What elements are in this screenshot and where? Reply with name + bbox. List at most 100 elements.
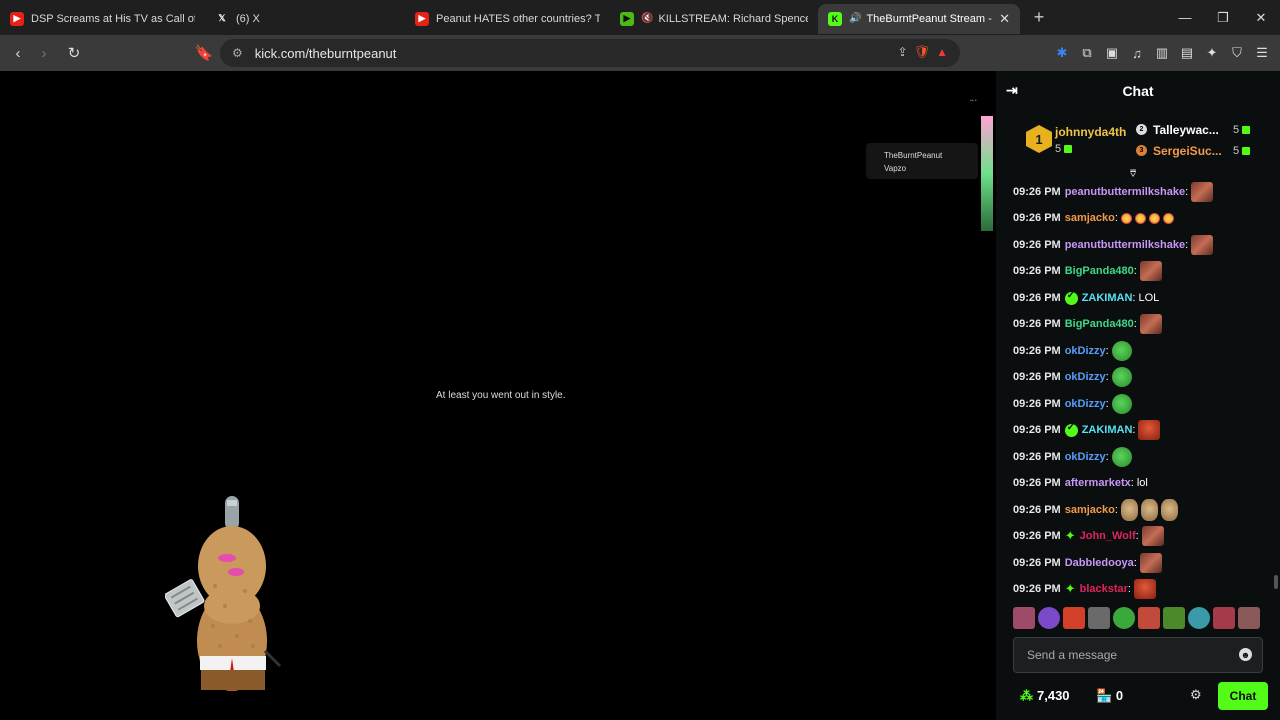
video-player[interactable]: ▪▪ ▪ TheBurntPeanut Vapzo At least you w… bbox=[0, 71, 996, 720]
emote-button[interactable] bbox=[1213, 607, 1235, 629]
chat-scrollbar[interactable] bbox=[1274, 575, 1278, 589]
emote-button[interactable] bbox=[1063, 607, 1085, 629]
message-timestamp: 09:26 PM bbox=[1013, 451, 1061, 463]
gift-icon bbox=[1242, 147, 1251, 156]
emote-icon bbox=[1111, 341, 1132, 361]
gift-leaderboard: 1 johnnyda4th 5 2 Talleywac... 5 3 Serge… bbox=[996, 111, 1280, 180]
store-button[interactable]: 🏪 0 bbox=[1096, 688, 1123, 704]
restore-icon[interactable]: ❐ bbox=[1204, 0, 1242, 35]
tab-title: KILLSTREAM: Richard Spencer Liv bbox=[658, 12, 808, 25]
leo-icon[interactable]: ✦ bbox=[1202, 40, 1222, 66]
emote-button[interactable] bbox=[1163, 607, 1185, 629]
message-username[interactable]: Dabbledooya bbox=[1065, 557, 1134, 569]
audio-icon[interactable]: 🔊 bbox=[849, 13, 861, 24]
bookmark-icon[interactable]: 🔖 bbox=[191, 40, 217, 66]
message-username[interactable]: okDizzy bbox=[1065, 451, 1106, 463]
close-tab-icon[interactable]: ✕ bbox=[999, 11, 1010, 27]
window-controls: — ❐ ✕ bbox=[1166, 0, 1280, 35]
message-username[interactable]: peanutbuttermilkshake bbox=[1065, 239, 1185, 251]
extension-icon[interactable]: ✱ bbox=[1052, 40, 1072, 66]
browser-tab[interactable]: ▶ DSP Screams at His TV as Call of Duty bbox=[0, 4, 205, 34]
collapse-chat-icon[interactable]: ⇥ bbox=[1006, 82, 1018, 99]
emote-icon bbox=[1138, 420, 1161, 440]
browser-tab[interactable]: ▶ 🔇 KILLSTREAM: Richard Spencer Liv bbox=[610, 4, 818, 34]
address-bar[interactable]: ⚙ kick.com/theburntpeanut ⇪ 🛡 ▲ bbox=[220, 39, 960, 67]
browser-tab[interactable]: ▶ Peanut HATES other countries? THE T bbox=[405, 4, 610, 34]
message-username[interactable]: samjacko bbox=[1065, 504, 1115, 516]
emoji-icon[interactable]: ☻ bbox=[1239, 648, 1252, 661]
message-username[interactable]: okDizzy bbox=[1065, 398, 1106, 410]
message-username[interactable]: John_Wolf bbox=[1080, 530, 1136, 542]
points-value: 7,430 bbox=[1037, 688, 1070, 703]
menu-icon[interactable]: ☰ bbox=[1252, 40, 1272, 66]
chat-message: 09:26 PM samjacko: bbox=[1013, 205, 1177, 231]
chat-message: 09:26 PM okDizzy: bbox=[1013, 391, 1135, 417]
emote-button[interactable] bbox=[1188, 607, 1210, 629]
browser-tab-active[interactable]: K 🔊 TheBurntPeanut Stream - Wat ✕ bbox=[818, 3, 1020, 34]
emote-icon bbox=[1139, 261, 1162, 281]
message-username[interactable]: BigPanda480 bbox=[1065, 265, 1134, 277]
vpn-icon[interactable]: ⛉ bbox=[1227, 40, 1247, 66]
leader-name[interactable]: johnnyda4th bbox=[1055, 125, 1126, 139]
subscriber-badge-icon: ✦ bbox=[1064, 581, 1076, 596]
new-tab-button[interactable]: + bbox=[1026, 7, 1052, 28]
chat-settings-icon[interactable]: ⚙ bbox=[1190, 687, 1202, 703]
emote-button[interactable] bbox=[1088, 607, 1110, 629]
message-username[interactable]: blackstar bbox=[1080, 583, 1128, 595]
emote-icon bbox=[1141, 526, 1164, 546]
message-timestamp: 09:26 PM bbox=[1013, 504, 1061, 516]
music-icon[interactable]: ♫ bbox=[1127, 40, 1147, 66]
emote-icon bbox=[1111, 394, 1132, 414]
emote-button[interactable] bbox=[1038, 607, 1060, 629]
site-info-icon[interactable]: ⚙ bbox=[232, 46, 243, 60]
send-chat-button[interactable]: Chat bbox=[1218, 682, 1268, 710]
message-timestamp: 09:26 PM bbox=[1013, 530, 1061, 542]
chat-input[interactable]: Send a message ☻ bbox=[1013, 637, 1263, 673]
channel-points[interactable]: ⁂ 7,430 bbox=[1020, 688, 1070, 704]
message-username[interactable]: ZAKIMAN bbox=[1082, 424, 1133, 436]
chat-message: 09:26 PM okDizzy: bbox=[1013, 338, 1135, 364]
reload-icon[interactable]: ↻ bbox=[61, 40, 87, 66]
leader-name[interactable]: SergeiSuc... bbox=[1153, 144, 1222, 158]
close-window-icon[interactable]: ✕ bbox=[1242, 0, 1280, 35]
forward-icon[interactable]: › bbox=[31, 40, 57, 66]
youtube-icon: ▶ bbox=[10, 11, 24, 26]
message-username[interactable]: BigPanda480 bbox=[1065, 318, 1134, 330]
message-colon: : bbox=[1185, 186, 1189, 198]
sidebar-icon[interactable]: ▥ bbox=[1152, 40, 1172, 66]
message-username[interactable]: ZAKIMAN bbox=[1082, 292, 1133, 304]
rumble-icon: ▶ bbox=[620, 11, 634, 26]
puzzle-icon[interactable]: ⧉ bbox=[1077, 40, 1097, 66]
brave-rewards-icon[interactable]: ▲ bbox=[936, 45, 948, 59]
message-username[interactable]: okDizzy bbox=[1065, 371, 1106, 383]
chat-title: Chat bbox=[1122, 83, 1154, 99]
gift-icon bbox=[1064, 145, 1073, 154]
minimize-icon[interactable]: — bbox=[1166, 0, 1204, 35]
message-username[interactable]: peanutbuttermilkshake bbox=[1065, 186, 1185, 198]
message-colon: : bbox=[1114, 504, 1118, 516]
wallet-icon[interactable]: ▤ bbox=[1177, 40, 1197, 66]
url-text: kick.com/theburntpeanut bbox=[254, 45, 397, 61]
message-username[interactable]: aftermarketx bbox=[1065, 477, 1131, 489]
message-colon: : bbox=[1127, 583, 1131, 595]
reader-icon[interactable]: ▣ bbox=[1102, 40, 1122, 66]
message-username[interactable]: okDizzy bbox=[1065, 345, 1106, 357]
emote-button[interactable] bbox=[1138, 607, 1160, 629]
back-icon[interactable]: ‹ bbox=[5, 40, 31, 66]
emote-icon bbox=[1139, 553, 1162, 573]
brave-shields-icon[interactable]: 🛡 bbox=[914, 44, 931, 60]
emote-button[interactable] bbox=[1013, 607, 1035, 629]
muted-icon[interactable]: 🔇 bbox=[641, 13, 653, 24]
message-username[interactable]: samjacko bbox=[1065, 212, 1115, 224]
share-icon[interactable]: ⇪ bbox=[898, 45, 908, 59]
rank-badge-icon: 2 bbox=[1136, 124, 1147, 135]
gift-icon bbox=[1242, 126, 1251, 135]
message-colon: : bbox=[1185, 239, 1189, 251]
youtube-icon: ▶ bbox=[415, 11, 429, 26]
emote-icon bbox=[1133, 579, 1156, 599]
emote-button[interactable] bbox=[1113, 607, 1135, 629]
message-timestamp: 09:26 PM bbox=[1013, 583, 1061, 595]
leader-name[interactable]: Talleywac... bbox=[1153, 123, 1219, 137]
emote-button[interactable] bbox=[1238, 607, 1260, 629]
browser-tab[interactable]: 𝕏 (6) X bbox=[205, 4, 405, 34]
